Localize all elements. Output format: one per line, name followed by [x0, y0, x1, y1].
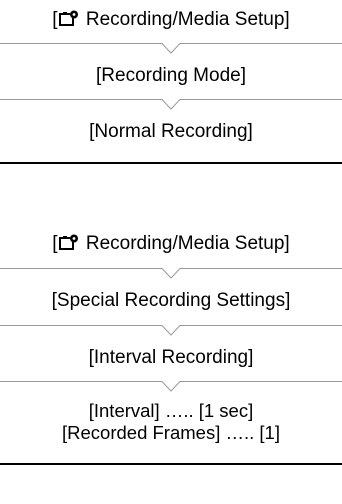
bracket-open: [ — [52, 233, 58, 254]
step-divider — [0, 325, 342, 337]
menu-step-normal-recording: [Normal Recording] — [89, 121, 253, 142]
menu-step-label: Recording/Media Setup] — [80, 9, 290, 30]
menu-step-label: Recording/Media Setup] — [80, 233, 290, 254]
step-divider — [0, 381, 342, 393]
step-divider — [0, 43, 342, 55]
step-divider — [0, 99, 342, 111]
camera-settings-icon — [58, 10, 79, 27]
setting-recorded-frames: [Recorded Frames] ….. [1] — [62, 422, 280, 443]
section-rule — [0, 463, 342, 465]
section-rule — [0, 162, 342, 164]
bracket-open: [ — [52, 9, 58, 30]
setting-interval: [Interval] ….. [1 sec] — [88, 400, 254, 421]
camera-settings-icon — [58, 234, 79, 251]
menu-step-recording-media-setup: [ Recording/Media Setup] — [0, 8, 342, 31]
menu-step-recording-media-setup: [ Recording/Media Setup] — [0, 232, 342, 255]
menu-step-recording-mode: [Recording Mode] — [96, 65, 246, 86]
menu-step-special-recording-settings: [Special Recording Settings] — [51, 290, 291, 311]
menu-step-interval-recording: [Interval Recording] — [88, 347, 254, 368]
step-divider — [0, 268, 342, 280]
